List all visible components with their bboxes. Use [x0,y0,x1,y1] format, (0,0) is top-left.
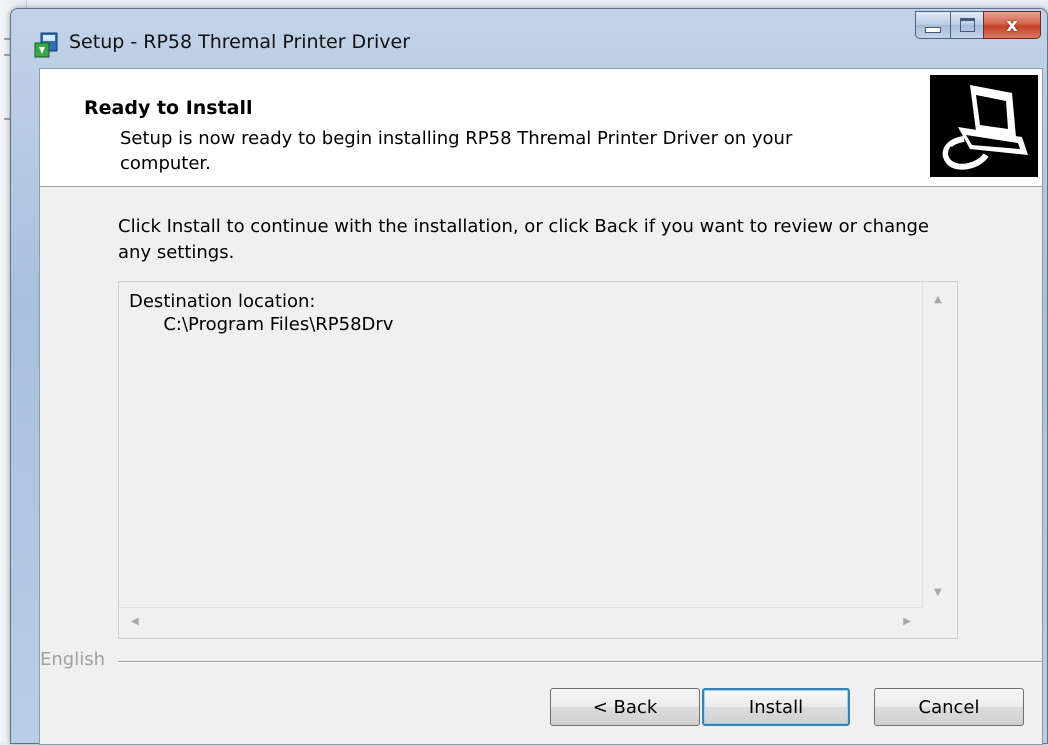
setup-installer-icon[interactable] [33,31,61,59]
window-title: Setup - RP58 Thremal Printer Driver [69,31,411,53]
vertical-scrollbar[interactable]: ▲ ▼ [922,282,957,608]
caption-buttons: x [915,11,1041,39]
scrollbar-corner [923,608,957,638]
maximize-icon [959,18,975,32]
ready-memo[interactable]: Destination location: C:\Program Files\R… [118,281,958,639]
horizontal-scrollbar[interactable]: ◀ ▶ [119,607,923,638]
install-button[interactable]: Install [702,688,850,726]
destination-path: C:\Program Files\RP58Drv [129,314,394,335]
minimize-button[interactable] [915,11,950,39]
wizard-header: Ready to Install Setup is now ready to b… [40,69,1042,187]
language-divider: English [40,649,1042,673]
title-bar[interactable]: Setup - RP58 Thremal Printer Driver x [11,9,1047,65]
instructions-text: Click Install to continue with the insta… [118,216,930,263]
memo-content: Destination location: C:\Program Files\R… [129,290,393,336]
computer-installer-icon [930,75,1038,177]
page-description: Setup is now ready to begin installing R… [120,128,793,174]
close-button[interactable]: x [983,11,1041,39]
destination-heading: Destination location: [129,291,316,312]
close-icon: x [1006,14,1018,36]
divider-line [118,661,1042,663]
wizard-client-area: Ready to Install Setup is now ready to b… [39,68,1043,745]
minimize-icon [925,27,941,33]
maximize-button[interactable] [950,11,983,39]
page-title: Ready to Install [84,97,253,119]
scroll-left-arrow-icon[interactable]: ◀ [131,616,139,627]
scroll-down-arrow-icon[interactable]: ▼ [934,587,942,598]
scroll-up-arrow-icon[interactable]: ▲ [934,294,942,305]
setup-window: Setup - RP58 Thremal Printer Driver x Re… [10,8,1048,745]
back-button[interactable]: < Back [550,688,700,726]
scroll-right-arrow-icon[interactable]: ▶ [903,616,911,627]
language-label: English [40,649,111,670]
cancel-button[interactable]: Cancel [874,688,1024,726]
